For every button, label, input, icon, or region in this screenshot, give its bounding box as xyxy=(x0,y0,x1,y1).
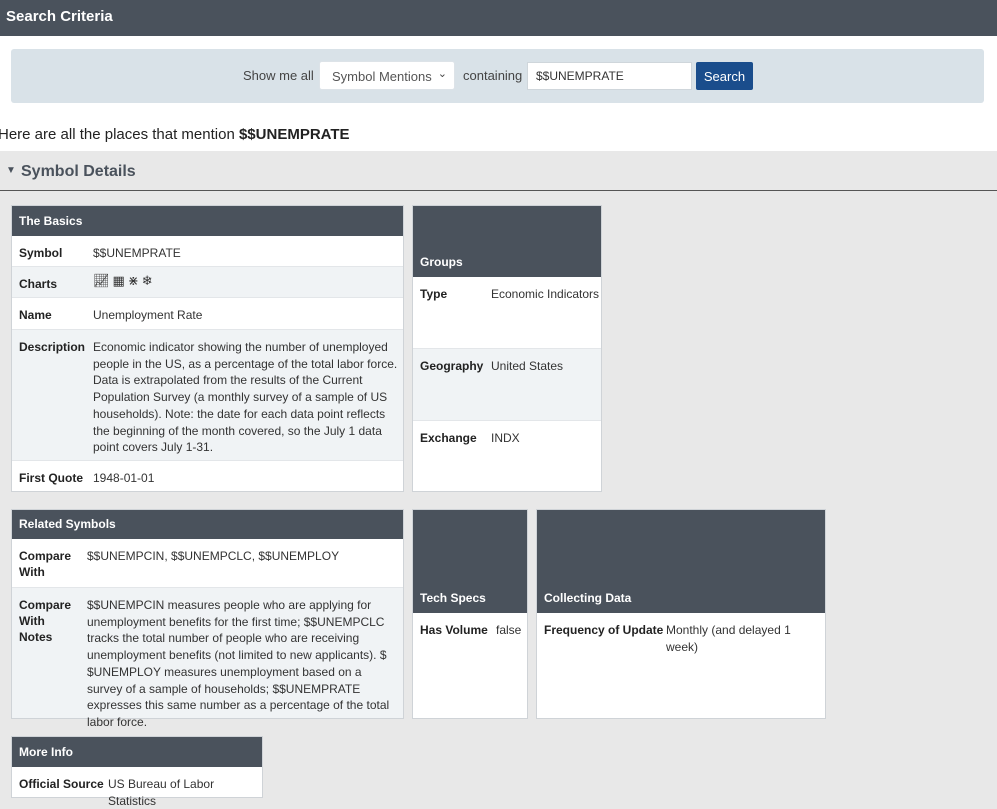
exchange-value: INDX xyxy=(491,431,520,445)
compare-value: $$UNEMPCIN, $$UNEMPCLC, $$UNEMPLOY xyxy=(87,549,340,563)
volume-label: Has Volume xyxy=(420,623,488,637)
chevron-down-icon: ⌄ xyxy=(437,68,447,80)
type-label: Type xyxy=(420,287,448,301)
more-info-card: More Info Official Source US Bureau of L… xyxy=(11,736,263,808)
groups-header: Groups xyxy=(413,206,601,277)
type-row: Type Economic Indicators xyxy=(413,277,601,349)
exchange-label: Exchange xyxy=(420,431,477,445)
frequency-label: Frequency of Update xyxy=(544,623,664,637)
related-header: Related Symbols xyxy=(12,510,403,539)
compare-notes-value: $$UNEMPCIN measures people who are apply… xyxy=(87,598,390,729)
name-label: Name xyxy=(19,308,52,322)
first-quote-label: First Quote xyxy=(19,471,84,485)
show-me-all-label: Show me all xyxy=(243,68,314,83)
basics-header: The Basics xyxy=(12,206,403,236)
symbol-label: Symbol xyxy=(19,246,63,260)
collecting-header: Collecting Data xyxy=(537,510,825,613)
geography-row: Geography United States xyxy=(413,349,601,421)
more-info-title: More Info xyxy=(19,745,73,759)
area-chart-icon[interactable]: ▦ xyxy=(113,273,128,288)
frequency-row: Frequency of Update Monthly (and delayed… xyxy=(537,613,825,718)
description-row: Description Economic indicator showing t… xyxy=(12,330,403,461)
symbol-row: Symbol $$UNEMPRATE xyxy=(12,236,403,267)
containing-label: containing xyxy=(463,68,523,83)
exchange-row: Exchange INDX xyxy=(413,421,601,491)
groups-card: Groups Type Economic Indicators Geograph… xyxy=(412,205,602,492)
search-criteria-bar: Search Criteria xyxy=(0,0,997,36)
first-quote-row: First Quote 1948-01-01 xyxy=(12,461,403,492)
compare-label: Compare With xyxy=(19,549,72,579)
geography-label: Geography xyxy=(420,359,484,373)
name-row: Name Unemployment Rate xyxy=(12,298,403,330)
frequency-value: Monthly (and delayed 1 week) xyxy=(666,623,791,654)
symbol-details-toggle[interactable]: ▼ Symbol Details xyxy=(0,151,997,191)
name-value: Unemployment Rate xyxy=(93,308,203,322)
search-type-select[interactable]: Symbol Mentions ⌄ xyxy=(319,61,455,90)
search-button[interactable]: Search xyxy=(696,62,753,90)
source-value: US Bureau of Labor Statistics xyxy=(108,777,215,808)
caret-down-icon: ▼ xyxy=(6,165,16,176)
basics-card: The Basics Symbol $$UNEMPRATE Charts 📈︎▦… xyxy=(11,205,404,492)
search-form: Show me all Symbol Mentions ⌄ containing… xyxy=(11,49,984,103)
compare-notes-row: Compare With Notes $$UNEMPCIN measures p… xyxy=(12,588,403,729)
compare-row: Compare With $$UNEMPCIN, $$UNEMPCLC, $$U… xyxy=(12,539,403,588)
symbol-value: $$UNEMPRATE xyxy=(93,246,181,260)
results-symbol: $$UNEMPRATE xyxy=(238,126,350,143)
related-title: Related Symbols xyxy=(19,517,116,531)
more-info-header: More Info xyxy=(12,737,262,767)
description-label: Description xyxy=(19,340,86,354)
geography-value: United States xyxy=(491,359,564,373)
results-prefix: Here are all the places that mention xyxy=(0,126,239,143)
snowflake-icon[interactable]: ❄ xyxy=(142,273,156,288)
charts-row: Charts 📈︎▦⋇❄ xyxy=(12,267,403,298)
first-quote-value: 1948-01-01 xyxy=(93,471,155,485)
section-title: Symbol Details xyxy=(21,163,136,180)
basics-title: The Basics xyxy=(19,214,83,228)
charts-label: Charts xyxy=(19,277,58,291)
source-row: Official Source US Bureau of Labor Stati… xyxy=(12,767,262,808)
tech-card: Tech Specs Has Volume false xyxy=(412,509,528,719)
related-card: Related Symbols Compare With $$UNEMPCIN,… xyxy=(11,509,404,729)
collecting-card: Collecting Data Frequency of Update Mont… xyxy=(536,509,826,719)
description-value: Economic indicator showing the number of… xyxy=(93,340,398,455)
tech-title: Tech Specs xyxy=(420,591,486,605)
source-label: Official Source xyxy=(19,777,104,791)
collecting-title: Collecting Data xyxy=(544,591,632,605)
page-title: Search Criteria xyxy=(6,8,113,25)
volume-row: Has Volume false xyxy=(413,613,527,718)
search-input[interactable] xyxy=(527,62,692,90)
tech-header: Tech Specs xyxy=(413,510,527,613)
compare-notes-label: Compare With Notes xyxy=(19,598,72,644)
seasonality-icon[interactable]: ⋇ xyxy=(128,273,142,288)
results-heading: Here are all the places that mention $$U… xyxy=(0,116,997,151)
type-value: Economic Indicators xyxy=(491,287,600,301)
search-area: Show me all Symbol Mentions ⌄ containing… xyxy=(0,36,997,116)
search-type-selected: Symbol Mentions xyxy=(332,69,432,84)
chart-icons: 📈︎▦⋇❄ xyxy=(93,273,156,289)
volume-value: false xyxy=(496,623,522,637)
groups-title: Groups xyxy=(420,255,463,269)
line-chart-icon[interactable]: 📈︎ xyxy=(93,273,113,288)
